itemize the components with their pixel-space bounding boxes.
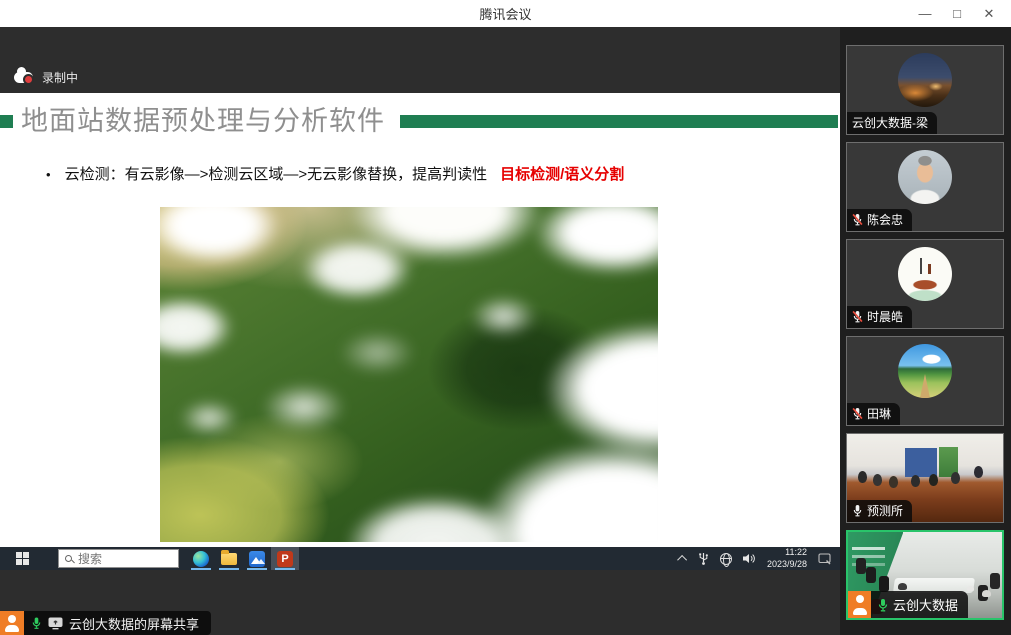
close-button[interactable]: ✕	[973, 0, 1005, 27]
participant-tile-chenhuizhong[interactable]: 陈会忠	[846, 142, 1004, 232]
taskbar-search[interactable]	[58, 549, 179, 568]
green-accent-bar	[400, 115, 838, 128]
slide-title-row: 地面站数据预处理与分析软件	[0, 106, 840, 137]
folder-icon	[221, 553, 237, 565]
wall-map-green	[939, 447, 958, 477]
gallery-app-button[interactable]	[243, 547, 271, 570]
participant-tile-yunchuang-liang[interactable]: 云创大数据-梁	[846, 45, 1004, 135]
mic-muted-icon	[852, 407, 863, 420]
speaker-icon[interactable]	[743, 553, 756, 564]
tray-date: 2023/9/28	[767, 559, 807, 570]
recording-label: 录制中	[42, 69, 78, 86]
maximize-button[interactable]: □	[941, 0, 973, 27]
screen-share-banner: 云创大数据的屏幕共享	[0, 611, 211, 635]
search-input[interactable]	[78, 552, 164, 566]
participant-tile-shichenhao[interactable]: 时晨皓	[846, 239, 1004, 329]
avatar-person-photo	[898, 150, 952, 204]
participant-tile-yunchuang-active[interactable]: 云创大数据	[846, 530, 1004, 620]
windows-logo-icon	[16, 552, 29, 565]
mic-muted-icon	[852, 213, 863, 226]
bullet-marker: •	[46, 167, 51, 182]
mountain-app-icon	[249, 551, 265, 567]
recording-indicator: 录制中	[14, 69, 78, 86]
mic-active-icon	[31, 616, 42, 630]
edge-icon	[193, 551, 209, 567]
window-titlebar: 腾讯会议 — □ ✕	[0, 0, 1011, 27]
participant-tile-yuceusuo[interactable]: 预测所	[846, 433, 1004, 523]
participants-sidebar: 云创大数据-梁 陈会忠	[840, 27, 1011, 635]
language-globe-icon[interactable]	[720, 553, 732, 565]
presentation-slide: 地面站数据预处理与分析软件 • 云检测：有云影像—>检测云区域—>无云影像替换，…	[0, 93, 840, 547]
participant-name-chip: 预测所	[847, 500, 912, 522]
sharer-badge-person-icon	[0, 611, 24, 635]
participant-tile-tianlin[interactable]: 田琳	[846, 336, 1004, 426]
office-chairs	[856, 558, 866, 574]
mic-on-icon	[852, 504, 863, 517]
participant-name-chip: 陈会忠	[847, 209, 912, 231]
participant-name: 预测所	[867, 502, 903, 519]
system-tray: 11:22 2023/9/28	[680, 547, 840, 570]
slide-bullet: • 云检测：有云影像—>检测云区域—>无云影像替换，提高判读性 目标检测/语义分…	[46, 163, 624, 184]
start-button[interactable]	[0, 547, 45, 570]
participant-name: 田琳	[867, 405, 891, 422]
window-title: 腾讯会议	[479, 4, 531, 23]
avatar-city-night	[898, 53, 952, 107]
minimize-button[interactable]: —	[909, 0, 941, 27]
avatar-boat-illustration	[898, 247, 952, 301]
green-accent-square	[0, 115, 13, 128]
active-speaker-label-row: 云创大数据	[848, 591, 968, 618]
share-banner-chip: 云创大数据的屏幕共享	[24, 611, 211, 635]
file-explorer-button[interactable]	[215, 547, 243, 570]
screen-share-area: 录制中 地面站数据预处理与分析软件 • 云检测：有云影像—>检测云区域—>无云影…	[0, 27, 840, 635]
bullet-text: 云检测：有云影像—>检测云区域—>无云影像替换，提高判读性	[65, 163, 488, 184]
participant-name-chip: 田琳	[847, 403, 900, 425]
powerpoint-icon: P	[277, 551, 293, 567]
mic-muted-icon	[852, 310, 863, 323]
participant-name-chip: 云创大数据-梁	[847, 112, 937, 134]
bullet-highlight-text: 目标检测/语义分割	[500, 163, 624, 184]
participant-name: 云创大数据	[893, 595, 958, 614]
avatar-landscape-photo	[898, 344, 952, 398]
participant-name-chip: 云创大数据	[871, 591, 968, 618]
tray-expand-icon[interactable]	[677, 555, 687, 565]
people-silhouettes	[858, 471, 867, 483]
usb-icon[interactable]	[698, 552, 709, 565]
powerpoint-button[interactable]: P	[271, 547, 299, 570]
share-banner-text: 云创大数据的屏幕共享	[69, 614, 199, 633]
participant-name-chip: 时晨皓	[847, 306, 912, 328]
participant-name: 陈会忠	[867, 211, 903, 228]
search-icon	[65, 555, 72, 562]
tray-clock[interactable]: 11:22 2023/9/28	[767, 547, 807, 570]
participant-name: 时晨皓	[867, 308, 903, 325]
slide-title: 地面站数据预处理与分析软件	[21, 106, 385, 137]
edge-app-button[interactable]	[187, 547, 215, 570]
recording-cloud-icon	[14, 72, 33, 83]
participant-name: 云创大数据-梁	[852, 114, 928, 131]
host-badge-person-icon	[848, 591, 871, 618]
tencent-meeting-window: 腾讯会议 — □ ✕ 录制中 地面站数据预处理与分析软件 • 云检测：有云影像—…	[0, 0, 1011, 635]
cloud-layer	[160, 207, 658, 542]
wall-screen-blue	[905, 448, 938, 477]
window-controls: — □ ✕	[909, 0, 1005, 27]
aerial-forest-image	[160, 207, 658, 542]
monitor-tray-icon[interactable]	[818, 553, 832, 565]
taskbar-apps: P	[187, 547, 299, 570]
tray-time: 11:22	[767, 547, 807, 558]
mic-speaking-icon	[877, 598, 889, 612]
screen-share-icon	[48, 617, 63, 630]
windows-taskbar: P 11:22 2023/9/	[0, 547, 840, 570]
